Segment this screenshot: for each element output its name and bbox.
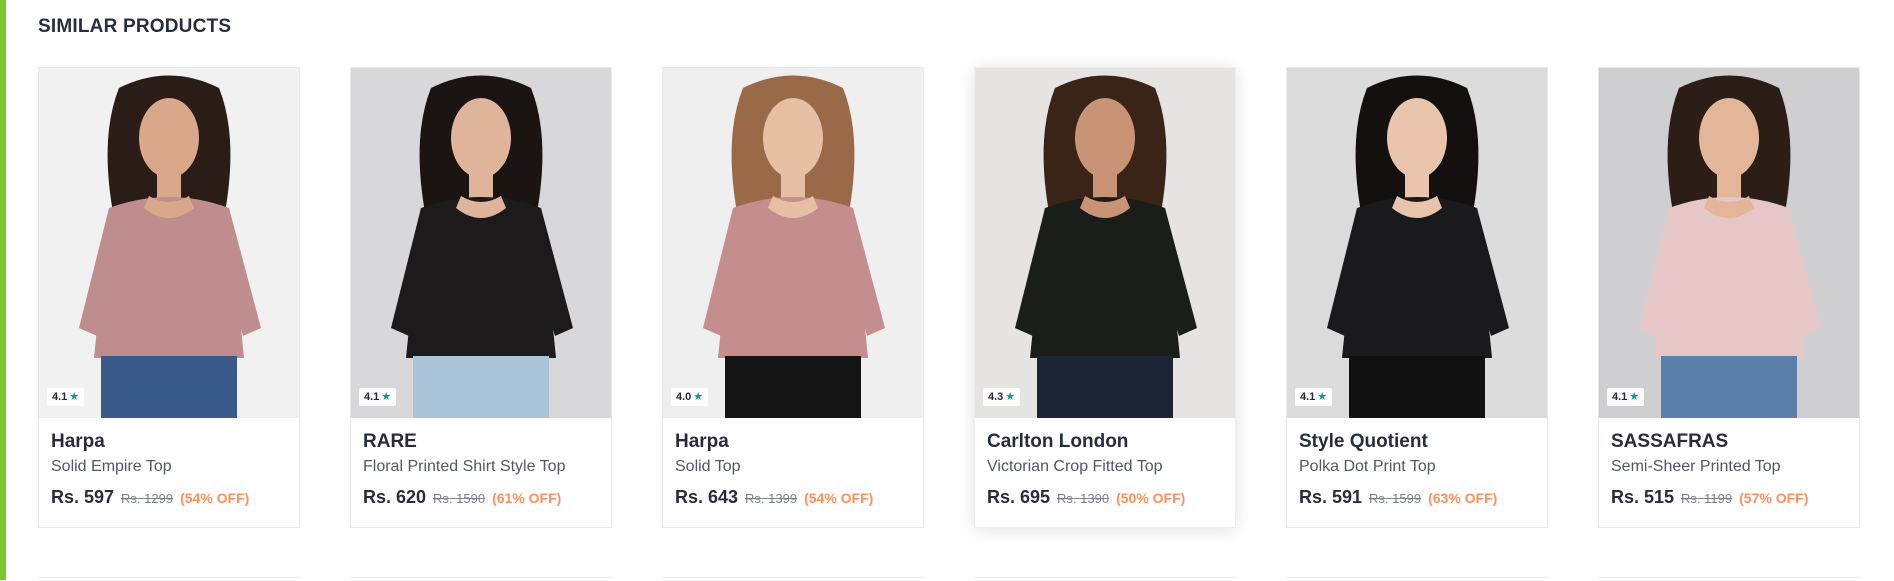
product-name: Solid Empire Top xyxy=(51,458,172,475)
model-photo xyxy=(663,68,923,418)
model-photo xyxy=(351,68,611,418)
model-photo xyxy=(1599,68,1859,418)
model-photo xyxy=(39,68,299,418)
next-row-card-edge xyxy=(662,577,924,581)
product-brand: Harpa xyxy=(51,431,105,452)
product-brand: SASSAFRAS xyxy=(1611,431,1729,452)
product-name: Polka Dot Print Top xyxy=(1299,458,1436,475)
product-info: Harpa Solid Empire Top Rs. 597 Rs. 1299 (54%… xyxy=(51,431,289,508)
next-row-card-edge xyxy=(350,577,612,581)
rating-value: 4.1 xyxy=(1612,391,1628,403)
product-name: Semi-Sheer Printed Top xyxy=(1611,458,1781,475)
price-row: Rs. 695 Rs. 1390 (50% OFF) xyxy=(987,487,1225,508)
price-row: Rs. 643 Rs. 1399 (54% OFF) xyxy=(675,487,913,508)
product-info: RARE Floral Printed Shirt Style Top Rs. 62… xyxy=(363,431,601,508)
product-info: SASSAFRAS Semi-Sheer Printed Top Rs. 515 Rs… xyxy=(1611,431,1849,508)
rating-badge: 4.3 ★ xyxy=(983,388,1021,406)
product-mrp: Rs. 1590 xyxy=(433,491,486,506)
star-icon: ★ xyxy=(1317,390,1328,403)
product-info: Style Quotient Polka Dot Print Top Rs. 591… xyxy=(1299,431,1537,508)
model-photo xyxy=(975,68,1235,418)
product-mrp: Rs. 1299 xyxy=(121,491,174,506)
rating-badge: 4.1 ★ xyxy=(47,388,85,406)
product-image[interactable] xyxy=(351,68,611,418)
product-discount: (50% OFF) xyxy=(1116,490,1186,506)
section-title: SIMILAR PRODUCTS xyxy=(38,16,232,37)
product-price: Rs. 515 xyxy=(1611,487,1675,507)
product-discount: (57% OFF) xyxy=(1739,490,1809,506)
product-price: Rs. 591 xyxy=(1299,487,1363,507)
product-image[interactable] xyxy=(975,68,1235,418)
accent-bar xyxy=(0,0,6,580)
product-card[interactable]: 4.3 ★ Carlton London Victorian Crop Fitted … xyxy=(974,67,1236,528)
product-mrp: Rs. 1199 xyxy=(1681,491,1733,506)
product-info: Carlton London Victorian Crop Fitted Top R… xyxy=(987,431,1225,508)
product-image[interactable] xyxy=(1599,68,1859,418)
model-photo xyxy=(1287,68,1547,418)
product-card[interactable]: 4.1 ★ Style Quotient Polka Dot Print Top Rs.… xyxy=(1286,67,1548,528)
product-price: Rs. 643 xyxy=(675,487,739,507)
price-row: Rs. 597 Rs. 1299 (54% OFF) xyxy=(51,487,289,508)
next-row-card-edge xyxy=(1286,577,1548,581)
rating-value: 4.1 xyxy=(1300,391,1316,403)
product-card[interactable]: 4.1 ★ SASSAFRAS Semi-Sheer Printed Top Rs. 5… xyxy=(1598,67,1860,528)
rating-value: 4.3 xyxy=(988,391,1004,403)
product-image[interactable] xyxy=(39,68,299,418)
product-brand: Style Quotient xyxy=(1299,431,1428,452)
product-brand: RARE xyxy=(363,431,417,452)
rating-value: 4.1 xyxy=(52,391,68,403)
product-mrp: Rs. 1390 xyxy=(1057,491,1110,506)
product-brand: Carlton London xyxy=(987,431,1129,452)
rating-value: 4.1 xyxy=(364,391,380,403)
product-discount: (54% OFF) xyxy=(804,490,874,506)
star-icon: ★ xyxy=(381,390,392,403)
star-icon: ★ xyxy=(69,390,80,403)
product-name: Floral Printed Shirt Style Top xyxy=(363,458,566,475)
price-row: Rs. 620 Rs. 1590 (61% OFF) xyxy=(363,487,601,508)
product-brand: Harpa xyxy=(675,431,729,452)
rating-badge: 4.0 ★ xyxy=(671,388,709,406)
product-price: Rs. 695 xyxy=(987,487,1051,507)
star-icon: ★ xyxy=(1629,390,1640,403)
product-price: Rs. 597 xyxy=(51,487,115,507)
rating-badge: 4.1 ★ xyxy=(1607,388,1645,406)
product-discount: (54% OFF) xyxy=(180,490,250,506)
product-mrp: Rs. 1599 xyxy=(1369,491,1422,506)
product-card[interactable]: 4.1 ★ RARE Floral Printed Shirt Style Top Rs… xyxy=(350,67,612,528)
star-icon: ★ xyxy=(1005,390,1016,403)
rating-badge: 4.1 ★ xyxy=(1295,388,1333,406)
product-name: Victorian Crop Fitted Top xyxy=(987,458,1163,475)
next-row-card-edge xyxy=(1598,577,1860,581)
product-info: Harpa Solid Top Rs. 643 Rs. 1399 (54% OFF) xyxy=(675,431,913,508)
product-mrp: Rs. 1399 xyxy=(745,491,798,506)
price-row: Rs. 515 Rs. 1199 (57% OFF) xyxy=(1611,487,1849,508)
next-row-card-edge xyxy=(38,577,300,581)
price-row: Rs. 591 Rs. 1599 (63% OFF) xyxy=(1299,487,1537,508)
rating-value: 4.0 xyxy=(676,391,692,403)
product-discount: (63% OFF) xyxy=(1428,490,1498,506)
product-card[interactable]: 4.1 ★ Harpa Solid Empire Top Rs. 597 Rs. 1299… xyxy=(38,67,300,528)
product-discount: (61% OFF) xyxy=(492,490,562,506)
next-row-card-edge xyxy=(974,577,1236,581)
rating-badge: 4.1 ★ xyxy=(359,388,397,406)
product-image[interactable] xyxy=(663,68,923,418)
product-image[interactable] xyxy=(1287,68,1547,418)
product-price: Rs. 620 xyxy=(363,487,427,507)
product-card[interactable]: 4.0 ★ Harpa Solid Top Rs. 643 Rs. 1399 (54% OF… xyxy=(662,67,924,528)
product-name: Solid Top xyxy=(675,458,741,475)
star-icon: ★ xyxy=(693,390,704,403)
